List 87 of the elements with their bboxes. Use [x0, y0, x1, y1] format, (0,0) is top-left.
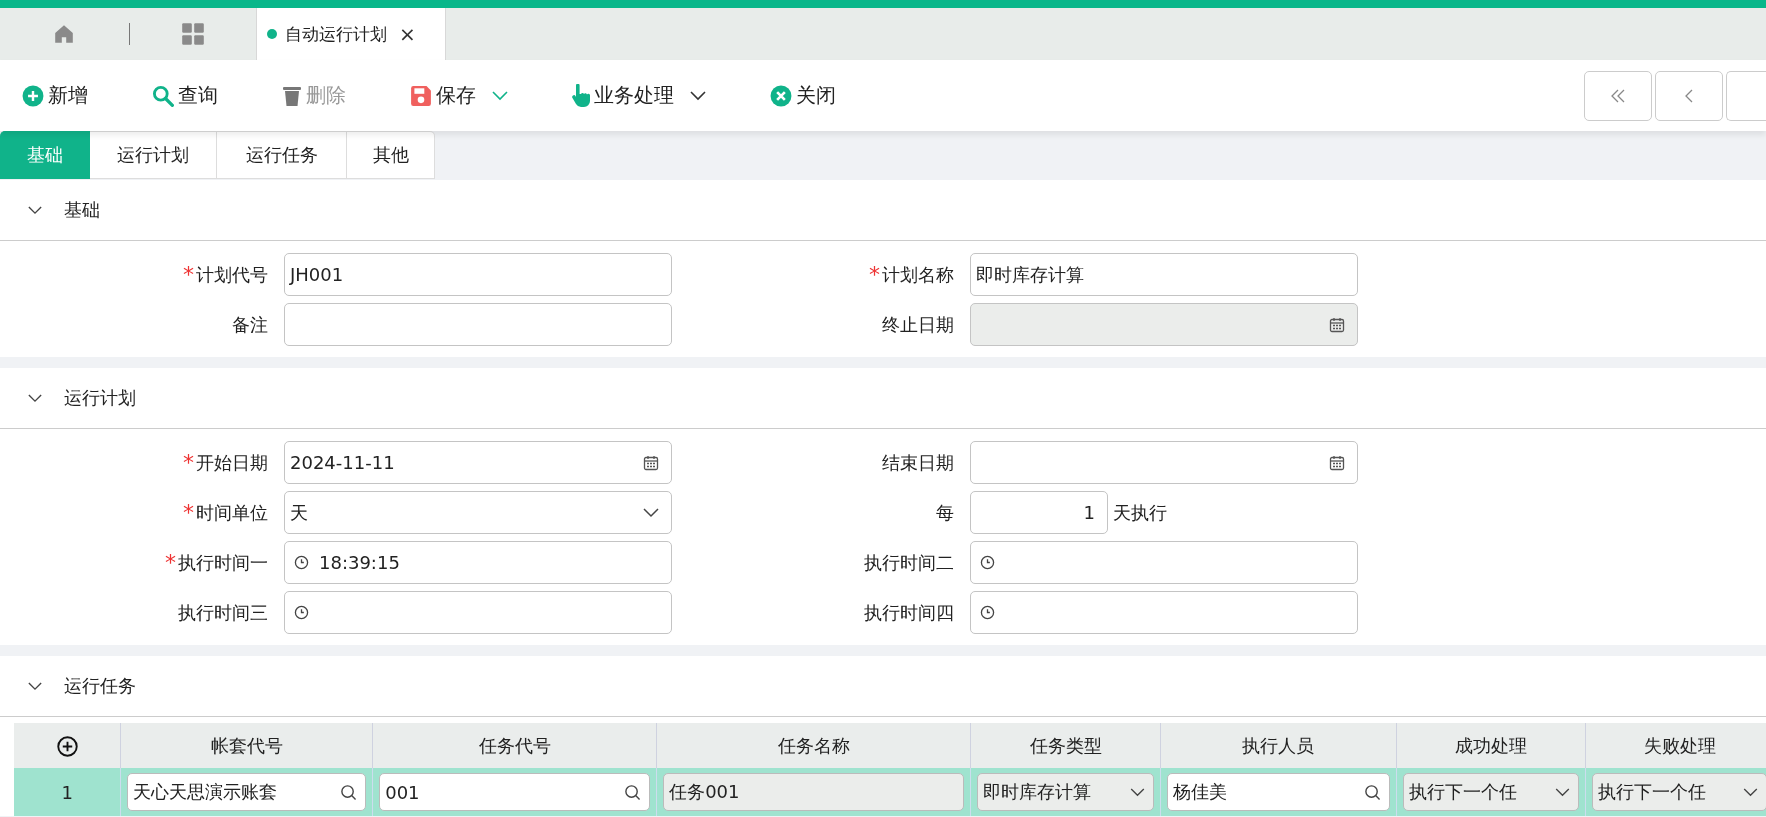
- field-label: 执行时间三: [178, 600, 268, 625]
- chevron-down-icon: [643, 507, 659, 518]
- toolbar-button[interactable]: 查询: [152, 82, 218, 109]
- chevron-down-icon: [1555, 787, 1571, 797]
- pointing-hand-icon: [572, 83, 590, 108]
- cell-input[interactable]: 任务001: [663, 773, 965, 811]
- section-header[interactable]: 运行计划: [0, 368, 1766, 429]
- required-mark: *: [183, 262, 194, 287]
- clock-icon: [294, 555, 309, 570]
- clock-icon: [294, 605, 309, 620]
- input-field[interactable]: [284, 303, 672, 346]
- chevron-down-icon: [1129, 787, 1145, 797]
- cell-input[interactable]: 执行下一个任: [1402, 773, 1580, 811]
- required-mark: *: [183, 500, 194, 525]
- form-tab[interactable]: 运行计划: [90, 131, 217, 179]
- input-field[interactable]: [970, 441, 1358, 484]
- column-header: 失败处理: [1643, 734, 1716, 756]
- form-tab[interactable]: 运行任务: [217, 131, 347, 179]
- section-header[interactable]: 基础: [0, 180, 1766, 241]
- input-field[interactable]: [970, 541, 1358, 584]
- chevron-down-icon: [1743, 787, 1758, 797]
- input-field[interactable]: 天: [284, 491, 672, 534]
- toolbar-button[interactable]: 保存: [410, 82, 508, 109]
- search-icon: [340, 783, 358, 801]
- column-header: 成功处理: [1454, 734, 1527, 756]
- cell-input[interactable]: 杨佳美: [1166, 773, 1390, 811]
- calendar-icon: [1329, 454, 1345, 471]
- column-header: 任务名称: [777, 734, 850, 756]
- toolbar-button[interactable]: 业务处理: [572, 82, 706, 109]
- trash-icon: [282, 84, 302, 107]
- search-icon: [624, 783, 642, 801]
- double-chevron-left-icon: [1611, 88, 1625, 103]
- field-label: 结束日期: [882, 450, 954, 475]
- grid-icon[interactable]: [181, 22, 205, 46]
- row-number: 1: [61, 781, 73, 803]
- field-label: 终止日期: [882, 312, 954, 337]
- toolbar-button[interactable]: 新增: [22, 82, 88, 109]
- field-label: 计划代号: [196, 262, 268, 287]
- field-label: 计划名称: [882, 262, 954, 287]
- cell-input[interactable]: 即时库存计算: [977, 773, 1154, 811]
- add-row-icon[interactable]: [56, 735, 78, 757]
- cell-input[interactable]: 天心天思演示账套: [127, 773, 367, 811]
- calendar-icon: [1329, 316, 1345, 333]
- calendar-icon: [643, 454, 659, 471]
- nav-button[interactable]: [1726, 70, 1766, 121]
- input-field[interactable]: 1: [970, 491, 1108, 534]
- section-title: 基础: [64, 198, 100, 222]
- search-icon: [1363, 783, 1381, 801]
- column-header: 执行人员: [1242, 734, 1315, 756]
- field-label: 执行时间一: [178, 550, 268, 575]
- field-label: 备注: [232, 312, 268, 337]
- cell-input[interactable]: 001: [379, 773, 651, 811]
- unit-label: 天执行: [1113, 500, 1167, 525]
- input-field[interactable]: [284, 591, 672, 634]
- section-title: 运行计划: [64, 386, 136, 410]
- field-label: 执行时间二: [864, 550, 954, 575]
- table-row[interactable]: 1 天心天思演示账套 001 任务001 即时库存计算 杨佳美 执行下一个任 执行下一个任: [14, 768, 1766, 816]
- required-mark: *: [165, 550, 176, 575]
- active-dot-icon: [267, 29, 277, 39]
- field-label: 时间单位: [196, 500, 268, 525]
- input-field[interactable]: 2024-11-11: [284, 441, 672, 484]
- form-tab[interactable]: 其他: [347, 131, 435, 179]
- input-field[interactable]: JH001: [284, 253, 672, 296]
- column-header: 任务类型: [1029, 734, 1102, 756]
- cell-input[interactable]: 执行下一个任: [1592, 773, 1766, 811]
- toolbar-button[interactable]: 关闭: [770, 82, 836, 109]
- required-mark: *: [183, 450, 194, 475]
- plus-circle-icon: [22, 84, 44, 107]
- field-label: 每: [936, 500, 954, 525]
- field-label: 开始日期: [196, 450, 268, 475]
- close-circle-icon: [770, 84, 792, 107]
- clock-icon: [980, 555, 995, 570]
- column-header: 帐套代号: [210, 734, 283, 756]
- first-page-button[interactable]: [1584, 70, 1652, 121]
- required-mark: *: [869, 262, 880, 287]
- document-tab[interactable]: 自动运行计划 ×: [256, 8, 446, 60]
- input-field[interactable]: 18:39:15: [284, 541, 672, 584]
- clock-icon: [980, 605, 995, 620]
- close-tab-button[interactable]: ×: [399, 22, 416, 46]
- previous-page-button[interactable]: [1655, 70, 1723, 121]
- column-header: 任务代号: [478, 734, 551, 756]
- input-field[interactable]: 即时库存计算: [970, 253, 1358, 296]
- input-field[interactable]: [970, 591, 1358, 634]
- field-label: 执行时间四: [864, 600, 954, 625]
- home-icon[interactable]: [53, 23, 75, 45]
- search-icon: [152, 84, 174, 107]
- section-title: 运行任务: [64, 674, 136, 698]
